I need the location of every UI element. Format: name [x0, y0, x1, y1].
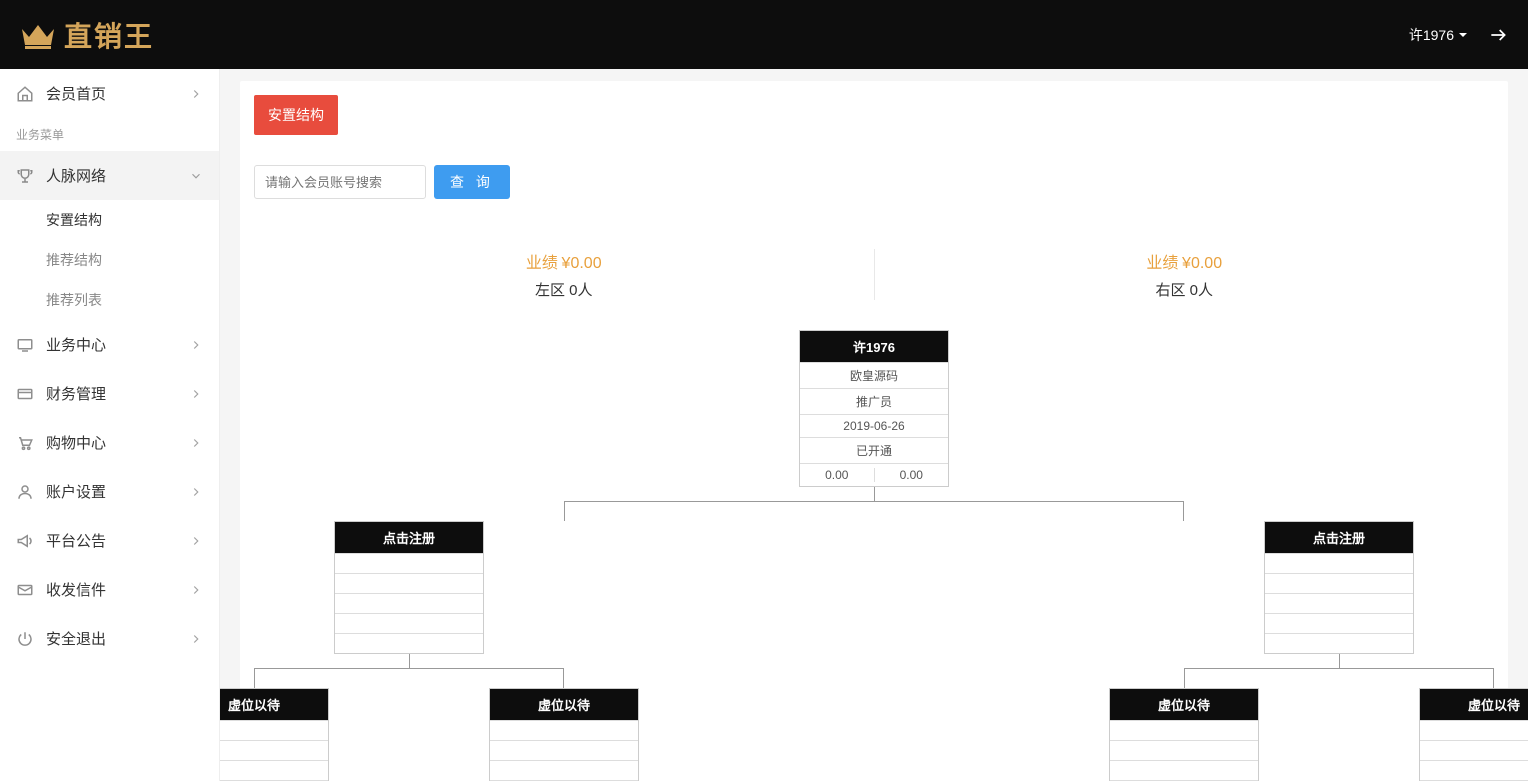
node-left-val: 0.00	[800, 468, 875, 482]
chevron-right-icon	[189, 583, 203, 597]
monitor-icon	[16, 336, 34, 354]
search-button[interactable]: 查 询	[434, 165, 510, 199]
connector	[874, 487, 875, 501]
brand-text: 直销王	[64, 15, 154, 55]
chevron-down-icon	[189, 169, 203, 183]
nav-logout[interactable]: 安全退出	[0, 614, 219, 663]
nav-biz-center[interactable]: 业务中心	[0, 320, 219, 369]
zone-left: 左区 0人	[254, 279, 874, 300]
node-role: 推广员	[800, 388, 948, 414]
nav-notice[interactable]: 平台公告	[0, 516, 219, 565]
chevron-right-icon	[189, 387, 203, 401]
node-name: 许1976	[800, 331, 948, 362]
active-tab-tag[interactable]: 安置结构	[254, 95, 338, 135]
node-date: 2019-06-26	[800, 414, 948, 437]
nav-section-title: 业务菜单	[0, 118, 219, 151]
chevron-right-icon	[189, 87, 203, 101]
stat-left: 业绩 ¥0.00 左区 0人	[254, 249, 875, 300]
node-right-val: 0.00	[875, 468, 949, 482]
sub-placement[interactable]: 安置结构	[0, 200, 219, 240]
power-icon	[16, 630, 34, 648]
tree-level-2: 点击注册 虚位以待	[220, 521, 1528, 781]
tree-vacant-node[interactable]: 虚位以待	[489, 688, 639, 781]
tree: 许1976 欧皇源码 推广员 2019-06-26 已开通 0.00 0.00	[254, 330, 1494, 781]
chevron-right-icon	[189, 632, 203, 646]
search-input[interactable]	[254, 165, 426, 199]
search-row: 查 询	[254, 165, 1494, 199]
logo: 直销王	[20, 15, 154, 55]
trophy-icon	[16, 167, 34, 185]
panel: 安置结构 查 询 业绩 ¥0.00 左区 0人 业绩 ¥0.00 右区 0人 许…	[240, 81, 1508, 781]
cart-icon	[16, 434, 34, 452]
perf-value-left: ¥0.00	[562, 255, 602, 272]
nav-network[interactable]: 人脉网络	[0, 151, 219, 200]
perf-label-right: 业绩	[1146, 255, 1178, 272]
stats-row: 业绩 ¥0.00 左区 0人 业绩 ¥0.00 右区 0人	[254, 249, 1494, 300]
mail-icon	[16, 581, 34, 599]
user-menu[interactable]: 许1976	[1409, 25, 1468, 45]
sub-list[interactable]: 推荐列表	[0, 280, 219, 320]
node-status: 已开通	[800, 437, 948, 463]
card-icon	[16, 385, 34, 403]
tree-vacant-node[interactable]: 虚位以待	[1419, 688, 1528, 781]
main-content: 安置结构 查 询 业绩 ¥0.00 左区 0人 业绩 ¥0.00 右区 0人 许…	[220, 69, 1528, 781]
sub-recommend[interactable]: 推荐结构	[0, 240, 219, 280]
topbar-right: 许1976	[1409, 25, 1508, 45]
topbar: 直销王 许1976	[0, 0, 1528, 69]
chevron-right-icon	[189, 436, 203, 450]
nav-mail[interactable]: 收发信件	[0, 565, 219, 614]
nav-home[interactable]: 会员首页	[0, 69, 219, 118]
tree-vacant-node[interactable]: 虚位以待	[220, 688, 329, 781]
username: 许1976	[1409, 25, 1454, 45]
chevron-right-icon	[189, 485, 203, 499]
crown-icon	[20, 21, 56, 49]
caret-down-icon	[1458, 30, 1468, 40]
perf-label-left: 业绩	[526, 255, 558, 272]
tree-register-node[interactable]: 点击注册	[1264, 521, 1414, 654]
tree-vacant-node[interactable]: 虚位以待	[1109, 688, 1259, 781]
user-icon	[16, 483, 34, 501]
tree-root-node[interactable]: 许1976 欧皇源码 推广员 2019-06-26 已开通 0.00 0.00	[799, 330, 949, 487]
zone-right: 右区 0人	[875, 279, 1495, 300]
chevron-right-icon	[189, 534, 203, 548]
home-icon	[16, 85, 34, 103]
nav-account[interactable]: 账户设置	[0, 467, 219, 516]
arrow-right-icon[interactable]	[1488, 25, 1508, 45]
nav-finance[interactable]: 财务管理	[0, 369, 219, 418]
chevron-right-icon	[189, 338, 203, 352]
nav-shop[interactable]: 购物中心	[0, 418, 219, 467]
megaphone-icon	[16, 532, 34, 550]
stat-right: 业绩 ¥0.00 右区 0人	[875, 249, 1495, 300]
sidebar: 会员首页 业务菜单 人脉网络 安置结构 推荐结构 推荐列表 业务中心 财务管理	[0, 69, 220, 781]
tree-register-node[interactable]: 点击注册	[334, 521, 484, 654]
node-real: 欧皇源码	[800, 362, 948, 388]
perf-value-right: ¥0.00	[1182, 255, 1222, 272]
